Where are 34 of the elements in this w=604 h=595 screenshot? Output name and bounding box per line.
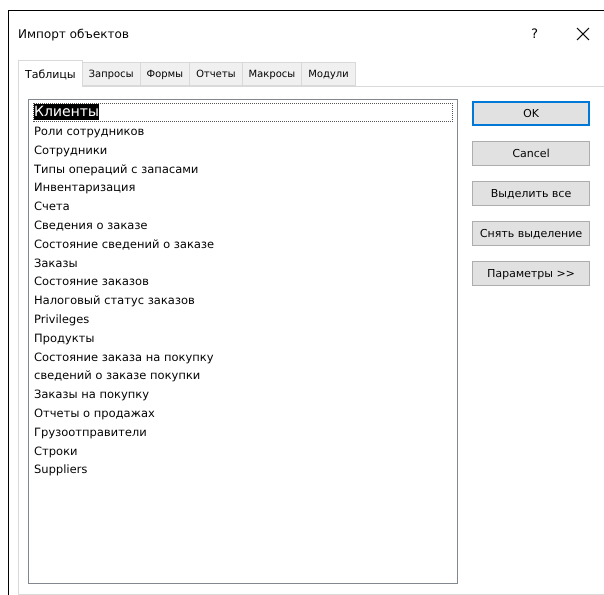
list-item[interactable]: Строки (33, 442, 453, 460)
tab[interactable]: Макросы (242, 62, 302, 86)
tab[interactable]: Таблицы (18, 60, 83, 87)
dialog-button[interactable]: Снять выделение (472, 221, 590, 246)
dialog-button[interactable]: Cancel (472, 141, 590, 166)
list-item[interactable]: Отчеты о продажах (33, 404, 453, 423)
dialog-button[interactable]: Выделить все (472, 181, 590, 206)
dialog-button[interactable]: OK (472, 101, 590, 126)
list-item[interactable]: Клиенты (33, 103, 453, 122)
list-item[interactable]: Состояние заказа на покупку (33, 348, 453, 366)
list-item[interactable]: Налоговый статус заказов (33, 291, 453, 310)
dialog-button[interactable]: Параметры >> (472, 261, 590, 286)
list-item[interactable]: Инвентаризация (33, 178, 453, 198)
list-item[interactable]: Suppliers (33, 460, 453, 480)
list-item[interactable]: сведений о заказе покупки (33, 366, 453, 386)
list-item[interactable]: Заказы (33, 254, 453, 272)
help-button[interactable]: ? (531, 26, 538, 42)
list-item[interactable]: Продукты (33, 328, 453, 348)
list-item[interactable]: Роли сотрудников (33, 122, 453, 141)
tab[interactable]: Модули (301, 62, 356, 86)
list-item[interactable]: Грузоотправители (33, 422, 453, 442)
list-item[interactable]: Сведения о заказе (33, 216, 453, 235)
tab[interactable]: Запросы (82, 62, 141, 86)
list-item[interactable]: Состояние заказов (33, 272, 453, 292)
list-item[interactable]: Состояние сведений о заказе (33, 234, 453, 254)
list-item[interactable]: Заказы на покупку (33, 385, 453, 404)
tab[interactable]: Формы (140, 62, 190, 86)
list-item[interactable]: Типы операций с запасами (33, 160, 453, 178)
window-title: Импорт объектов (18, 27, 130, 41)
list-item[interactable]: Счета (33, 197, 453, 216)
close-icon[interactable] (576, 27, 590, 41)
list-item[interactable]: Сотрудники (33, 140, 453, 160)
list-item[interactable]: Privileges (33, 310, 453, 329)
tab[interactable]: Отчеты (189, 62, 243, 86)
